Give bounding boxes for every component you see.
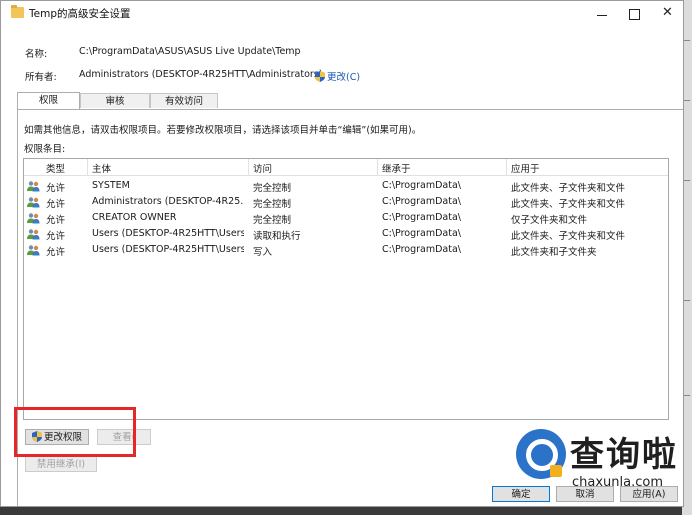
cell-applies-to: 此文件夹、子文件夹和文件 <box>511 199 626 210</box>
cell-access: 完全控制 <box>253 183 292 194</box>
minimize-icon <box>596 15 607 16</box>
watermark-text: 查询啦 <box>570 435 678 475</box>
table-row[interactable]: 允许 Users (DESKTOP-4R25HTT\Users) 读取和执行 C… <box>24 226 668 242</box>
cell-type: 允许 <box>46 215 66 226</box>
column-header-applies-to[interactable]: 应用于 <box>511 161 540 175</box>
cell-applies-to: 此文件夹、子文件夹和文件 <box>511 231 626 242</box>
cell-type: 允许 <box>46 231 66 242</box>
table-header: 类型 主体 访问 继承于 应用于 <box>24 159 668 176</box>
watermark-url: chaxunla.com <box>572 475 663 490</box>
tab-effective-access[interactable]: 有效访问 <box>150 93 218 108</box>
close-icon: ✕ <box>662 5 673 20</box>
name-label: 名称: <box>25 49 48 60</box>
cell-access: 完全控制 <box>253 215 292 226</box>
users-icon <box>27 197 40 208</box>
column-header-type[interactable]: 类型 <box>46 161 65 175</box>
column-header-inherited-from[interactable]: 继承于 <box>382 161 411 175</box>
permission-entries-table[interactable]: 类型 主体 访问 继承于 应用于 允许 SYSTEM 完全控制 C:\Progr… <box>23 158 669 420</box>
maximize-icon <box>629 9 640 20</box>
close-button[interactable]: ✕ <box>651 1 683 27</box>
owner-value: Administrators (DESKTOP-4R25HTT\Administ… <box>79 69 323 80</box>
users-icon <box>27 181 40 192</box>
users-icon <box>27 213 40 224</box>
name-value: C:\ProgramData\ASUS\ASUS Live Update\Tem… <box>79 46 301 57</box>
window-title: Temp的高级安全设置 <box>29 8 131 20</box>
cell-principal: SYSTEM <box>92 180 130 191</box>
uac-shield-icon <box>315 71 325 82</box>
cell-type: 允许 <box>46 199 66 210</box>
table-row[interactable]: 允许 SYSTEM 完全控制 C:\ProgramData\ 此文件夹、子文件夹… <box>24 178 668 194</box>
users-icon <box>27 229 40 240</box>
cell-type: 允许 <box>46 247 66 258</box>
minimize-button[interactable] <box>585 1 618 27</box>
cell-inherited-from: C:\ProgramData\ <box>382 196 462 207</box>
info-text: 如需其他信息，请双击权限项目。若要修改权限项目，请选择该项目并单击“编辑”(如果… <box>24 125 422 136</box>
folder-icon <box>11 5 24 18</box>
cell-inherited-from: C:\ProgramData\ <box>382 228 462 239</box>
tab-permissions[interactable]: 权限 <box>17 92 80 109</box>
permission-entries-label: 权限条目: <box>24 144 66 155</box>
change-owner-label: 更改(C) <box>327 72 361 83</box>
table-row[interactable]: 允许 Administrators (DESKTOP-4R25... 完全控制 … <box>24 194 668 210</box>
column-header-principal[interactable]: 主体 <box>92 161 111 175</box>
cell-applies-to: 此文件夹和子文件夹 <box>511 247 597 258</box>
highlight-annotation-box <box>14 407 136 457</box>
cell-inherited-from: C:\ProgramData\ <box>382 244 462 255</box>
cell-principal: Administrators (DESKTOP-4R25... <box>92 196 244 207</box>
cell-access: 读取和执行 <box>253 231 301 242</box>
maximize-button[interactable] <box>618 1 651 27</box>
watermark-search-icon <box>516 429 566 479</box>
watermark-logo: 查询啦 chaxunla.com <box>516 425 686 497</box>
table-row[interactable]: 允许 CREATOR OWNER 完全控制 C:\ProgramData\ 仅子… <box>24 210 668 226</box>
disable-inheritance-button[interactable]: 禁用继承(I) <box>25 456 97 472</box>
cell-inherited-from: C:\ProgramData\ <box>382 212 462 223</box>
cell-inherited-from: C:\ProgramData\ <box>382 180 462 191</box>
cell-applies-to: 仅子文件夹和文件 <box>511 215 588 226</box>
cell-access: 写入 <box>253 247 273 258</box>
cell-applies-to: 此文件夹、子文件夹和文件 <box>511 183 626 194</box>
cell-type: 允许 <box>46 183 66 194</box>
users-icon <box>27 245 40 256</box>
title-bar: Temp的高级安全设置 ✕ <box>1 1 683 27</box>
table-row[interactable]: 允许 Users (DESKTOP-4R25HTT\Users) 写入 C:\P… <box>24 242 668 258</box>
column-header-access[interactable]: 访问 <box>253 161 272 175</box>
owner-label: 所有者: <box>25 72 57 83</box>
change-owner-link[interactable]: 更改(C) <box>315 69 360 83</box>
cell-principal: CREATOR OWNER <box>92 212 177 223</box>
tab-auditing[interactable]: 审核 <box>80 93 150 108</box>
cell-principal: Users (DESKTOP-4R25HTT\Users) <box>92 244 244 255</box>
cell-access: 完全控制 <box>253 199 292 210</box>
cell-principal: Users (DESKTOP-4R25HTT\Users) <box>92 228 244 239</box>
